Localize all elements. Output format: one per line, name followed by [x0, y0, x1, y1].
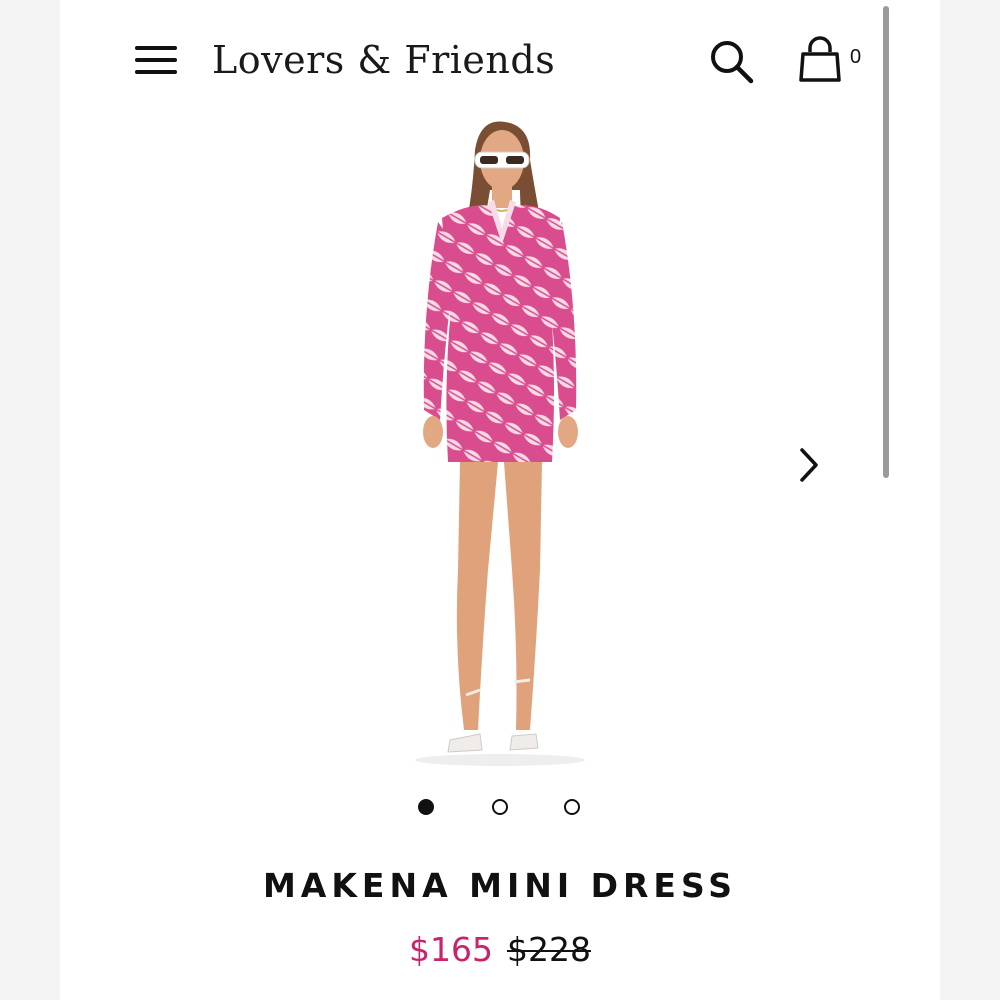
price-block: $165 $228: [0, 930, 1000, 970]
product-title: MAKENA MINI DRESS: [262, 866, 738, 905]
pagination-dot-2[interactable]: [492, 799, 508, 815]
shopping-bag-icon: [799, 36, 841, 82]
menu-button[interactable]: [135, 44, 179, 78]
next-image-button[interactable]: [790, 440, 830, 490]
scrollbar[interactable]: [883, 6, 889, 478]
brand-logo[interactable]: Lovers & Friends: [212, 36, 555, 84]
model-illustration: [415, 121, 585, 766]
menu-bar-top: [135, 46, 177, 50]
search-button[interactable]: [706, 36, 758, 88]
chevron-right-icon: [800, 448, 818, 482]
sale-price: $165: [409, 930, 493, 969]
menu-bar-bottom: [135, 70, 177, 74]
cart-count-badge: 0: [850, 46, 862, 68]
pagination-dot-1[interactable]: [418, 799, 434, 815]
menu-bar-middle: [135, 58, 177, 62]
cart-button[interactable]: [796, 36, 846, 86]
product-image[interactable]: [380, 110, 620, 775]
pagination-dot-3[interactable]: [564, 799, 580, 815]
search-icon: [711, 41, 754, 84]
original-price: $228: [507, 930, 591, 969]
